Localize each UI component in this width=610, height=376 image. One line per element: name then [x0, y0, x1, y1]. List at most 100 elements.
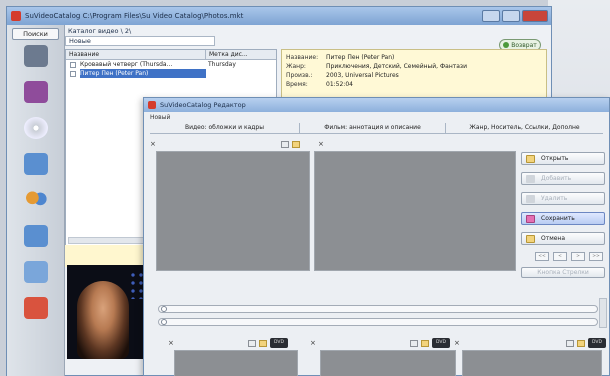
pane-toolbar: × DVD [168, 338, 288, 348]
camera-icon [24, 81, 48, 103]
info-key: Жанр: [286, 63, 306, 70]
dvd-icon: DVD [270, 338, 288, 348]
app-icon [11, 11, 21, 21]
info-row: Название: Питер Пен (Peter Pan) [286, 53, 542, 62]
main-window-title: SuVideoCatalog C:\Program Files\Su Video… [25, 12, 244, 20]
column-mark[interactable]: Метка дис... [206, 50, 276, 59]
remove-button[interactable]: Удалить [521, 192, 605, 205]
editor-scrollbar[interactable] [599, 298, 607, 328]
slider-knob[interactable] [161, 319, 167, 325]
open-button[interactable]: Открыть [521, 152, 605, 165]
tool-eraser[interactable] [7, 295, 65, 331]
slider-1[interactable] [158, 305, 598, 313]
remove-image-icon[interactable]: × [310, 339, 316, 347]
left-toolbar: Поиски [7, 25, 65, 376]
open-folder-icon [526, 154, 535, 163]
frame-thumb-1[interactable] [174, 350, 298, 376]
nav-last-button[interactable]: >> [589, 252, 603, 261]
info-value: 2003, Universal Pictures [326, 72, 399, 79]
save-button[interactable]: Сохранить [521, 212, 605, 225]
remove-image-icon[interactable]: × [318, 140, 324, 148]
info-value: 01:52:04 [326, 81, 353, 88]
editor-app-icon [148, 101, 156, 109]
tab-annotation[interactable]: Фильм: аннотация и описание [300, 123, 446, 133]
disk-icon [24, 225, 48, 247]
tool-people[interactable] [7, 187, 65, 223]
pane-toolbar: × [150, 139, 300, 149]
preview-person [77, 281, 129, 359]
remove-image-icon[interactable]: × [168, 339, 174, 347]
paste-icon[interactable] [566, 339, 574, 347]
editor-window: SuVideoCatalog Редактор Новый Видео: обл… [143, 97, 610, 376]
frame-image-pane[interactable] [314, 151, 516, 271]
add-button[interactable]: Добавить [521, 172, 605, 185]
add-label: Добавить [541, 175, 572, 182]
tool-disk[interactable] [7, 223, 65, 259]
cancel-button[interactable]: Отмена [521, 232, 605, 245]
maximize-button[interactable] [502, 10, 520, 22]
info-row: Время: 01:52:04 [286, 80, 542, 89]
column-name[interactable]: Название [66, 50, 206, 59]
list-item-selected[interactable]: Питер Пен (Peter Pan) [66, 69, 276, 78]
tab-covers[interactable]: Видео: обложки и кадры [150, 123, 300, 133]
slider-2[interactable] [158, 318, 598, 326]
paste-icon[interactable] [281, 140, 289, 148]
window-controls [482, 10, 551, 22]
tool-cubes[interactable] [7, 259, 65, 295]
paste-icon[interactable] [248, 339, 256, 347]
paste-icon[interactable] [410, 339, 418, 347]
pane-toolbar: × DVD [454, 338, 606, 348]
row-checkbox[interactable] [70, 61, 76, 68]
cancel-label: Отмена [541, 235, 566, 242]
open-label: Открыть [541, 155, 569, 162]
arrow-button[interactable]: Кнопка Стрелки [521, 267, 605, 278]
cover-image-pane[interactable] [156, 151, 310, 271]
row-checkbox[interactable] [70, 70, 76, 77]
info-key: Произв.: [286, 72, 313, 79]
editor-title-bar: SuVideoCatalog Редактор [144, 98, 609, 112]
row-name: Кровавый четверг (Thursda... [80, 61, 173, 68]
frame-thumb-3[interactable] [462, 350, 602, 376]
minimize-button[interactable] [482, 10, 500, 22]
catalog-folder[interactable]: Новые [65, 36, 215, 46]
list-header: Название Метка дис... [66, 50, 276, 60]
editor-subtitle: Новый [150, 114, 171, 121]
notepad-icon [24, 153, 48, 175]
slider-knob[interactable] [161, 306, 167, 312]
info-value: Питер Пен (Peter Pan) [326, 54, 395, 61]
info-value: Приключения, Детский, Семейный, Фантази [326, 63, 468, 70]
side-button-column: Открыть Добавить Удалить Сохранить Отмен… [521, 152, 605, 285]
remove-image-icon[interactable]: × [454, 339, 460, 347]
tool-notepad[interactable] [7, 151, 65, 187]
search-tab[interactable]: Поиски [12, 28, 59, 40]
eraser-icon [24, 297, 48, 319]
folder-icon[interactable] [577, 339, 585, 347]
disc-icon [24, 117, 48, 139]
info-row: Произв.: 2003, Universal Pictures [286, 71, 542, 80]
remove-image-icon[interactable]: × [150, 140, 156, 148]
folder-icon[interactable] [292, 140, 300, 148]
people-icon [24, 189, 48, 211]
folder-icon[interactable] [421, 339, 429, 347]
list-item[interactable]: Кровавый четверг (Thursda... Thursday [66, 60, 276, 69]
nav-prev-button[interactable]: < [553, 252, 567, 261]
tool-camera[interactable] [7, 79, 65, 115]
tool-disc[interactable] [7, 115, 65, 151]
info-key: Время: [286, 81, 308, 88]
frame-thumb-2[interactable] [320, 350, 456, 376]
close-button[interactable] [522, 10, 548, 22]
preview-background [65, 245, 147, 267]
folder-icon[interactable] [259, 339, 267, 347]
cancel-folder-icon [526, 234, 535, 243]
minus-icon [526, 194, 535, 203]
save-icon [526, 214, 535, 223]
tool-film[interactable] [7, 43, 65, 79]
nav-next-button[interactable]: > [571, 252, 585, 261]
pane-toolbar: × DVD [310, 338, 450, 348]
save-label: Сохранить [541, 215, 575, 222]
tab-genre[interactable]: Жанр, Носитель, Ссылки, Дополне [446, 123, 603, 133]
pane-toolbar: × [318, 139, 348, 149]
return-icon [503, 42, 510, 48]
video-preview [67, 265, 149, 359]
nav-first-button[interactable]: << [535, 252, 549, 261]
